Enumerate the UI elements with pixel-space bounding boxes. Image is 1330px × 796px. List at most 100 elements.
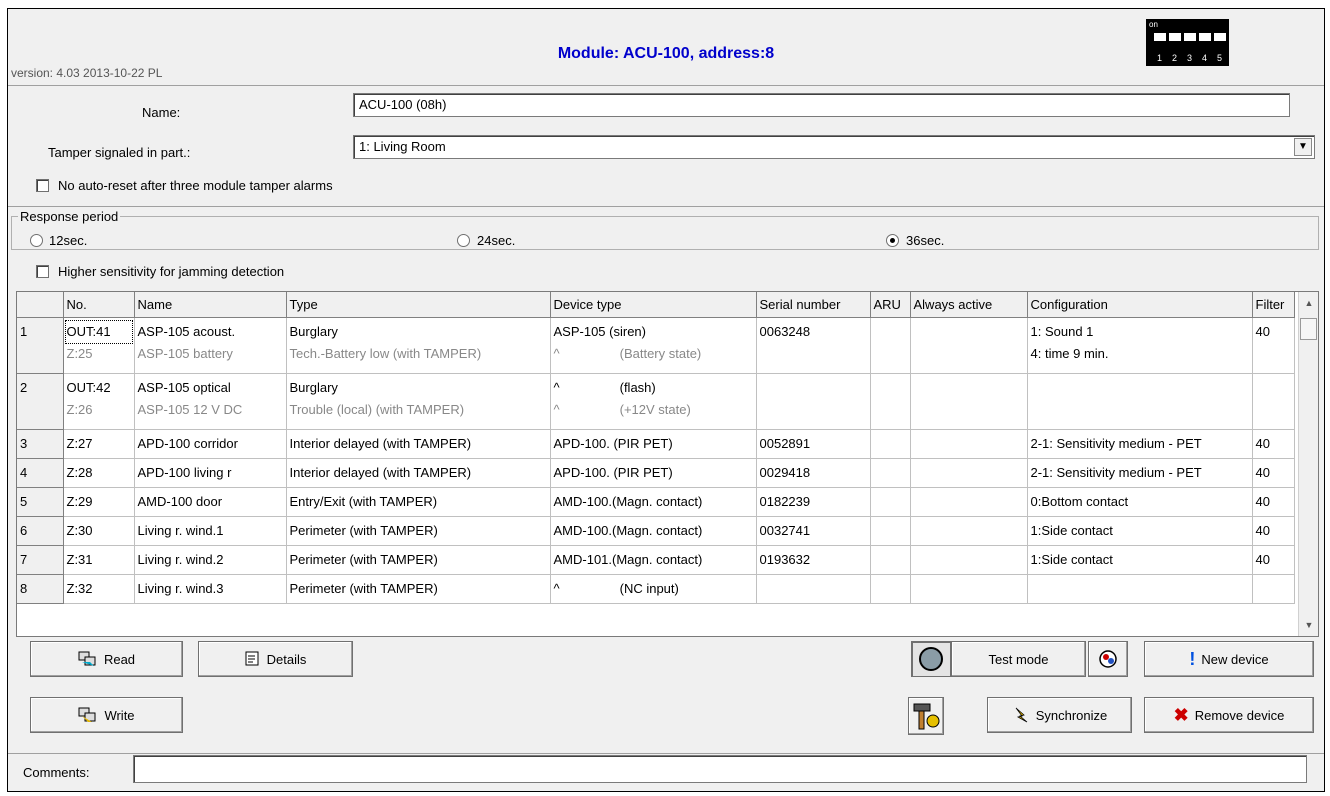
cell-no[interactable]: Z:27 bbox=[63, 429, 135, 459]
cell-configuration[interactable] bbox=[1027, 373, 1253, 430]
cell-configuration[interactable]: 1:Side contact bbox=[1027, 545, 1253, 575]
cell-always-active[interactable] bbox=[910, 516, 1028, 546]
cell-name[interactable]: Living r. wind.2 bbox=[134, 545, 287, 575]
cell-aru[interactable] bbox=[870, 317, 911, 374]
cell-aru[interactable] bbox=[870, 373, 911, 430]
table-row[interactable]: 2 OUT:42 Z:26 ASP-105 optical ASP-105 12 V… bbox=[17, 373, 1295, 430]
cell-type[interactable]: Interior delayed (with TAMPER) bbox=[286, 458, 551, 488]
response-24sec-radio[interactable] bbox=[457, 234, 470, 247]
col-header-type[interactable]: Type bbox=[286, 292, 551, 318]
cell-device-type[interactable]: AMD-100.(Magn. contact) bbox=[550, 487, 757, 517]
table-row[interactable]: 7 Z:31 Living r. wind.2 Perimeter (with … bbox=[17, 545, 1295, 575]
cell-no[interactable]: Z:29 bbox=[63, 487, 135, 517]
cell-serial[interactable]: 0029418 bbox=[756, 458, 871, 488]
cell-type[interactable]: Entry/Exit (with TAMPER) bbox=[286, 487, 551, 517]
cell-type[interactable]: Perimeter (with TAMPER) bbox=[286, 545, 551, 575]
cell-type[interactable]: Burglary Trouble (local) (with TAMPER) bbox=[286, 373, 551, 430]
cell-device-type[interactable]: AMD-100.(Magn. contact) bbox=[550, 516, 757, 546]
name-input[interactable]: ACU-100 (08h) bbox=[353, 93, 1290, 117]
cell-device-type[interactable]: ^ (NC input) bbox=[550, 574, 757, 604]
cell-configuration[interactable]: 1: Sound 1 4: time 9 min. bbox=[1027, 317, 1253, 374]
cell-name[interactable]: Living r. wind.1 bbox=[134, 516, 287, 546]
cell-always-active[interactable] bbox=[910, 429, 1028, 459]
cell-serial[interactable] bbox=[756, 574, 871, 604]
cell-always-active[interactable] bbox=[910, 373, 1028, 430]
cell-configuration[interactable]: 0:Bottom contact bbox=[1027, 487, 1253, 517]
cell-no[interactable]: OUT:42 Z:26 bbox=[63, 373, 135, 430]
cell-device-type[interactable]: AMD-101.(Magn. contact) bbox=[550, 545, 757, 575]
higher-sensitivity-checkbox[interactable] bbox=[36, 265, 49, 278]
vertical-scrollbar[interactable]: ▲ ▼ bbox=[1298, 292, 1318, 636]
scroll-up-icon[interactable]: ▲ bbox=[1299, 298, 1318, 308]
cell-type[interactable]: Perimeter (with TAMPER) bbox=[286, 574, 551, 604]
cell-no[interactable]: Z:30 bbox=[63, 516, 135, 546]
cell-filter[interactable]: 40 bbox=[1252, 429, 1295, 459]
cell-serial[interactable]: 0032741 bbox=[756, 516, 871, 546]
cell-no[interactable]: Z:28 bbox=[63, 458, 135, 488]
cell-name[interactable]: ASP-105 acoust. ASP-105 battery bbox=[134, 317, 287, 374]
table-row[interactable]: 3 Z:27 APD-100 corridor Interior delayed… bbox=[17, 429, 1295, 459]
cell-configuration[interactable] bbox=[1027, 574, 1253, 604]
cell-aru[interactable] bbox=[870, 516, 911, 546]
cell-always-active[interactable] bbox=[910, 545, 1028, 575]
details-button[interactable]: Details bbox=[198, 641, 353, 677]
col-header-serial[interactable]: Serial number bbox=[756, 292, 871, 318]
cell-device-type[interactable]: APD-100. (PIR PET) bbox=[550, 429, 757, 459]
cell-device-type[interactable]: ASP-105 (siren) ^ (Battery state) bbox=[550, 317, 757, 374]
cell-no[interactable]: Z:32 bbox=[63, 574, 135, 604]
scroll-down-icon[interactable]: ▼ bbox=[1299, 620, 1318, 630]
test-mode-button[interactable]: Test mode bbox=[951, 641, 1086, 677]
cell-filter[interactable]: 40 bbox=[1252, 545, 1295, 575]
table-row[interactable]: 5 Z:29 AMD-100 door Entry/Exit (with TAM… bbox=[17, 487, 1295, 517]
cell-name[interactable]: APD-100 corridor bbox=[134, 429, 287, 459]
cell-filter[interactable] bbox=[1252, 574, 1295, 604]
cell-filter[interactable]: 40 bbox=[1252, 317, 1295, 374]
tools-button[interactable] bbox=[908, 697, 944, 735]
remove-device-button[interactable]: ✖ Remove device bbox=[1144, 697, 1314, 733]
cell-no[interactable]: Z:31 bbox=[63, 545, 135, 575]
cell-always-active[interactable] bbox=[910, 487, 1028, 517]
cell-type[interactable]: Perimeter (with TAMPER) bbox=[286, 516, 551, 546]
cell-serial[interactable] bbox=[756, 373, 871, 430]
col-header-no[interactable]: No. bbox=[63, 292, 135, 318]
cell-always-active[interactable] bbox=[910, 574, 1028, 604]
col-header-device-type[interactable]: Device type bbox=[550, 292, 757, 318]
response-36sec-radio[interactable] bbox=[886, 234, 899, 247]
scrollbar-thumb[interactable] bbox=[1300, 318, 1317, 340]
cell-aru[interactable] bbox=[870, 545, 911, 575]
cell-serial[interactable]: 0182239 bbox=[756, 487, 871, 517]
cell-always-active[interactable] bbox=[910, 458, 1028, 488]
table-row[interactable]: 1 OUT:41 Z:25 ASP-105 acoust. ASP-105 batt… bbox=[17, 317, 1295, 374]
cell-type[interactable]: Burglary Tech.-Battery low (with TAMPER) bbox=[286, 317, 551, 374]
cell-serial[interactable]: 0052891 bbox=[756, 429, 871, 459]
table-row[interactable]: 8 Z:32 Living r. wind.3 Perimeter (with … bbox=[17, 574, 1295, 604]
cell-configuration[interactable]: 1:Side contact bbox=[1027, 516, 1253, 546]
cell-always-active[interactable] bbox=[910, 317, 1028, 374]
table-row[interactable]: 6 Z:30 Living r. wind.1 Perimeter (with … bbox=[17, 516, 1295, 546]
col-header-name[interactable]: Name bbox=[134, 292, 287, 318]
cell-filter[interactable]: 40 bbox=[1252, 487, 1295, 517]
col-header-configuration[interactable]: Configuration bbox=[1027, 292, 1253, 318]
cell-name[interactable]: ASP-105 optical ASP-105 12 V DC bbox=[134, 373, 287, 430]
col-header-filter[interactable]: Filter bbox=[1252, 292, 1295, 318]
cell-filter[interactable]: 40 bbox=[1252, 516, 1295, 546]
write-button[interactable]: Write bbox=[30, 697, 183, 733]
synchronize-button[interactable]: Synchronize bbox=[987, 697, 1132, 733]
cell-aru[interactable] bbox=[870, 574, 911, 604]
cell-aru[interactable] bbox=[870, 429, 911, 459]
tamper-partition-select[interactable]: 1: Living Room ▼ bbox=[353, 135, 1315, 159]
cell-filter[interactable] bbox=[1252, 373, 1295, 430]
cell-name[interactable]: APD-100 living r bbox=[134, 458, 287, 488]
table-row[interactable]: 4 Z:28 APD-100 living r Interior delayed… bbox=[17, 458, 1295, 488]
no-autoreset-checkbox[interactable] bbox=[36, 179, 49, 192]
cell-name[interactable]: Living r. wind.3 bbox=[134, 574, 287, 604]
cell-aru[interactable] bbox=[870, 487, 911, 517]
col-header-aru[interactable]: ARU bbox=[870, 292, 911, 318]
test-mode-indicator[interactable] bbox=[911, 641, 951, 677]
comments-input[interactable] bbox=[133, 755, 1307, 783]
cell-aru[interactable] bbox=[870, 458, 911, 488]
new-device-button[interactable]: ! New device bbox=[1144, 641, 1314, 677]
device-table[interactable]: No. Name Type Device type Serial number … bbox=[16, 291, 1319, 637]
col-header-always-active[interactable]: Always active bbox=[910, 292, 1028, 318]
read-button[interactable]: Read bbox=[30, 641, 183, 677]
